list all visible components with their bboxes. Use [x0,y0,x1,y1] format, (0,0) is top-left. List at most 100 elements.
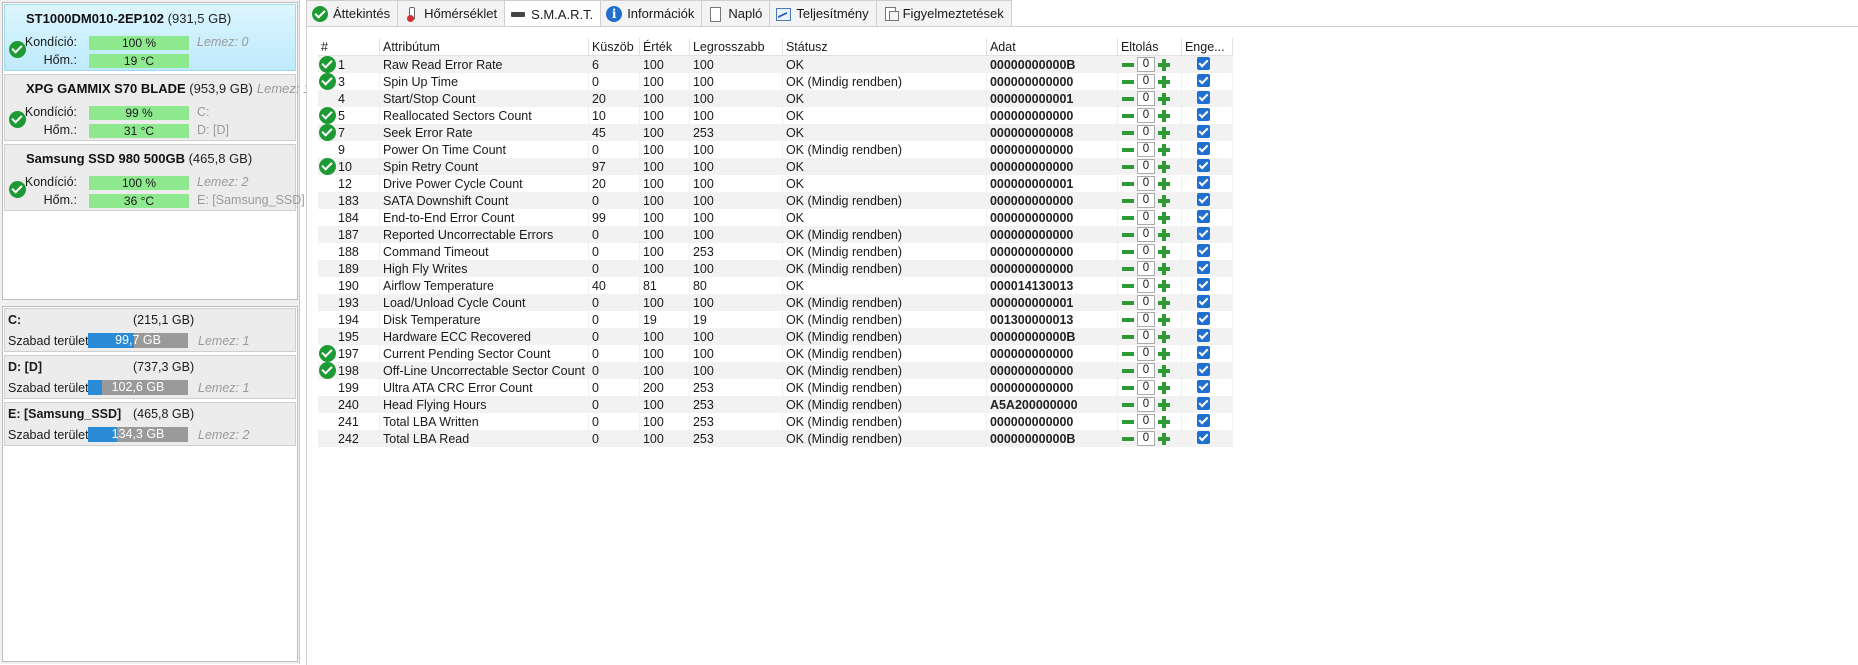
offset-input[interactable]: 0 [1136,159,1155,174]
minus-icon[interactable] [1121,279,1135,293]
minus-icon[interactable] [1121,194,1135,208]
offset-input[interactable]: 0 [1136,125,1155,140]
offset-input[interactable]: 0 [1136,142,1155,157]
minus-icon[interactable] [1121,364,1135,378]
offset-input[interactable]: 0 [1136,278,1155,293]
table-row[interactable]: 198 Off-Line Uncorrectable Sector Count 0 1… [318,362,1233,379]
tab-alerts[interactable]: Figyelmeztetések [875,0,1012,26]
table-row[interactable]: 199 Ultra ATA CRC Error Count 0 200 253 OK (M… [318,379,1233,396]
minus-icon[interactable] [1121,228,1135,242]
table-row[interactable]: 10 Spin Retry Count 97 100 100 OK 000000000000… [318,158,1233,175]
table-row[interactable]: 195 Hardware ECC Recovered 0 100 100 OK (Mind… [318,328,1233,345]
offset-input[interactable]: 0 [1136,261,1155,276]
table-row[interactable]: 4 Start/Stop Count 20 100 100 OK 000000000001 0 [318,90,1233,107]
enable-checkbox[interactable] [1196,142,1210,155]
plus-icon[interactable] [1157,296,1171,310]
col-offset-header[interactable]: Eltolás [1117,38,1182,56]
plus-icon[interactable] [1157,194,1171,208]
plus-icon[interactable] [1157,347,1171,361]
table-row[interactable]: 193 Load/Unload Cycle Count 0 100 100 OK (Min… [318,294,1233,311]
enable-checkbox[interactable] [1196,278,1210,291]
plus-icon[interactable] [1157,211,1171,225]
drive-card-3[interactable]: Samsung SSD 980 500GB (465,8 GB) Kondíci… [4,144,305,211]
volume-card-c[interactable]: C: (215,1 GB) Szabad terület 99,7 GB Lem… [4,308,296,352]
minus-icon[interactable] [1121,313,1135,327]
col-value-header[interactable]: Érték [639,38,690,56]
table-row[interactable]: 194 Disk Temperature 0 19 19 OK (Mindig rendb… [318,311,1233,328]
volume-card-d[interactable]: D: [D] (737,3 GB) Szabad terület 102,6 G… [4,355,296,399]
drive-card-2[interactable]: XPG GAMMIX S70 BLADE (953,9 GB) Lemez: 1 … [4,74,310,141]
plus-icon[interactable] [1157,143,1171,157]
offset-input[interactable]: 0 [1136,380,1155,395]
offset-input[interactable]: 0 [1136,193,1155,208]
enable-checkbox[interactable] [1196,125,1210,138]
tab-performance[interactable]: Teljesítmény [769,0,877,26]
table-row[interactable]: 3 Spin Up Time 0 100 100 OK (Mindig rendben) 0… [318,73,1233,90]
plus-icon[interactable] [1157,126,1171,140]
plus-icon[interactable] [1157,415,1171,429]
table-row[interactable]: 9 Power On Time Count 0 100 100 OK (Mindig re… [318,141,1233,158]
tab-info[interactable]: i Információk [600,0,703,26]
table-row[interactable]: 183 SATA Downshift Count 0 100 100 OK (Mindig… [318,192,1233,209]
minus-icon[interactable] [1121,109,1135,123]
plus-icon[interactable] [1157,364,1171,378]
offset-input[interactable]: 0 [1136,210,1155,225]
table-row[interactable]: 188 Command Timeout 0 100 253 OK (Mindig rend… [318,243,1233,260]
enable-checkbox[interactable] [1196,346,1210,359]
plus-icon[interactable] [1157,381,1171,395]
minus-icon[interactable] [1121,415,1135,429]
minus-icon[interactable] [1121,296,1135,310]
minus-icon[interactable] [1121,398,1135,412]
plus-icon[interactable] [1157,75,1171,89]
col-id-header[interactable]: # [318,38,380,56]
enable-checkbox[interactable] [1196,176,1210,189]
enable-checkbox[interactable] [1196,414,1210,427]
col-worst-header[interactable]: Legrosszabb [689,38,783,56]
col-status-header[interactable]: Státusz [782,38,987,56]
plus-icon[interactable] [1157,330,1171,344]
minus-icon[interactable] [1121,432,1135,446]
offset-input[interactable]: 0 [1136,74,1155,89]
minus-icon[interactable] [1121,211,1135,225]
enable-checkbox[interactable] [1196,261,1210,274]
table-row[interactable]: 242 Total LBA Read 0 100 253 OK (Mindig rendb… [318,430,1233,447]
offset-input[interactable]: 0 [1136,312,1155,327]
plus-icon[interactable] [1157,279,1171,293]
table-row[interactable]: 241 Total LBA Written 0 100 253 OK (Mindig re… [318,413,1233,430]
table-row[interactable]: 197 Current Pending Sector Count 0 100 100 OK… [318,345,1233,362]
table-row[interactable]: 184 End-to-End Error Count 99 100 100 OK 00000… [318,209,1233,226]
table-row[interactable]: 12 Drive Power Cycle Count 20 100 100 OK 00000… [318,175,1233,192]
enable-checkbox[interactable] [1196,108,1210,121]
offset-input[interactable]: 0 [1136,227,1155,242]
plus-icon[interactable] [1157,109,1171,123]
enable-checkbox[interactable] [1196,363,1210,376]
plus-icon[interactable] [1157,398,1171,412]
enable-checkbox[interactable] [1196,210,1210,223]
table-row[interactable]: 7 Seek Error Rate 45 100 253 OK 000000000008 0 [318,124,1233,141]
plus-icon[interactable] [1157,262,1171,276]
table-row[interactable]: 240 Head Flying Hours 0 100 253 OK (Mindig re… [318,396,1233,413]
enable-checkbox[interactable] [1196,431,1210,444]
plus-icon[interactable] [1157,432,1171,446]
enable-checkbox[interactable] [1196,74,1210,87]
tab-log[interactable]: Napló [701,0,771,26]
table-row[interactable]: 5 Reallocated Sectors Count 10 100 100 OK 0000… [318,107,1233,124]
minus-icon[interactable] [1121,75,1135,89]
offset-input[interactable]: 0 [1136,57,1155,72]
offset-input[interactable]: 0 [1136,397,1155,412]
enable-checkbox[interactable] [1196,397,1210,410]
col-threshold-header[interactable]: Küszöb [588,38,640,56]
table-row[interactable]: 189 High Fly Writes 0 100 100 OK (Mindig rend… [318,260,1233,277]
offset-input[interactable]: 0 [1136,176,1155,191]
tab-overview[interactable]: Áttekintés [306,0,399,26]
drive-card-1[interactable]: ST1000DM010-2EP102 (931,5 GB) Kondíció: … [4,4,296,71]
col-attr-header[interactable]: Attribútum [379,38,589,56]
table-row[interactable]: 190 Airflow Temperature 40 81 80 OK 0000141300… [318,277,1233,294]
offset-input[interactable]: 0 [1136,244,1155,259]
enable-checkbox[interactable] [1196,295,1210,308]
minus-icon[interactable] [1121,58,1135,72]
offset-input[interactable]: 0 [1136,346,1155,361]
enable-checkbox[interactable] [1196,329,1210,342]
minus-icon[interactable] [1121,245,1135,259]
offset-input[interactable]: 0 [1136,295,1155,310]
